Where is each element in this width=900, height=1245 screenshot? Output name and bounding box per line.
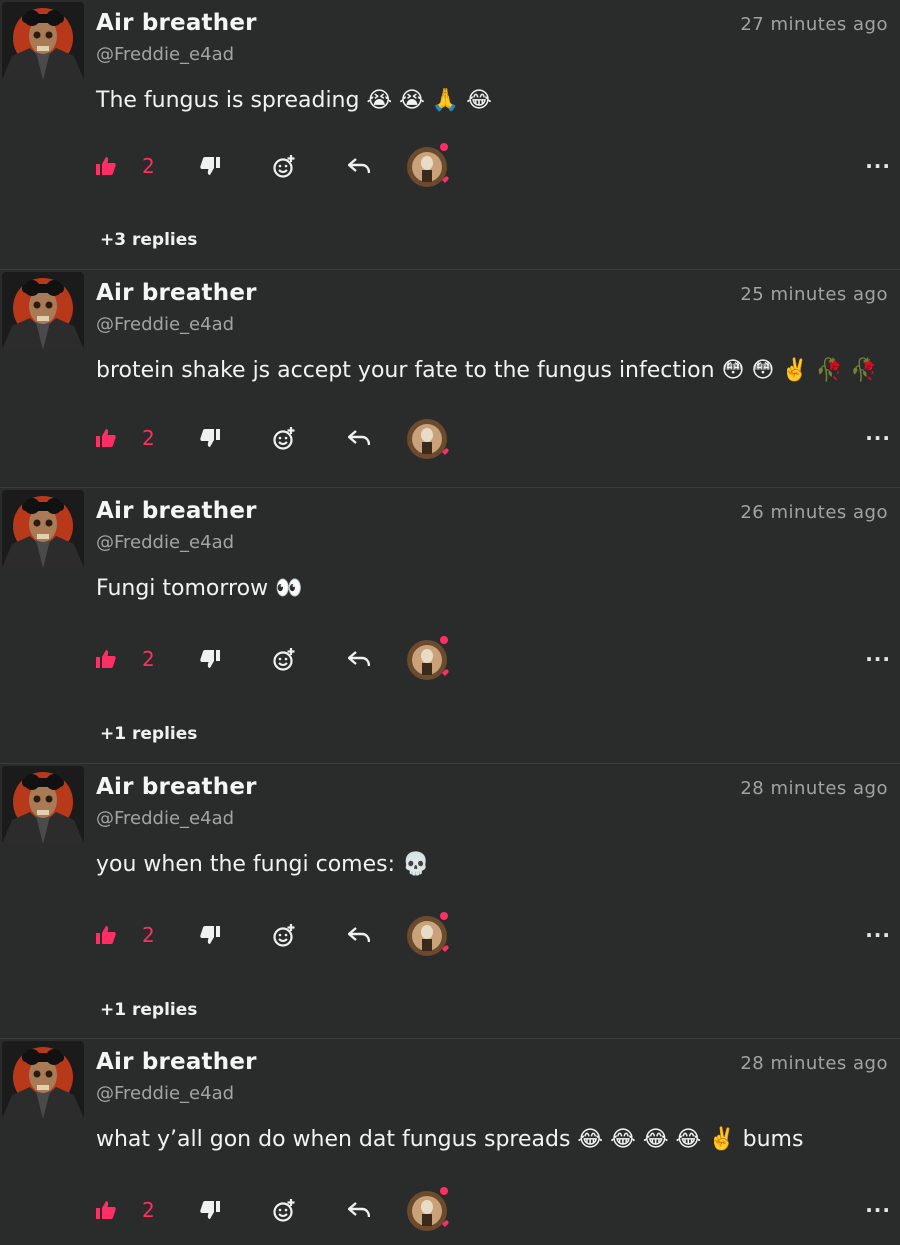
thumbs-down-icon: [200, 926, 220, 944]
view-replies-link[interactable]: +1 replies: [100, 1000, 197, 1020]
like-count: 2: [142, 647, 155, 671]
more-options-button[interactable]: ···: [865, 912, 891, 958]
reply-arrow-icon: [348, 158, 370, 174]
thumbs-down-icon: [200, 157, 220, 175]
reply-button[interactable]: [348, 912, 370, 958]
like-count: 2: [142, 154, 155, 178]
author-handle[interactable]: @Freddie_e4ad: [96, 808, 234, 829]
reply-arrow-icon: [348, 651, 370, 667]
timestamp: 27 minutes ago: [740, 14, 888, 35]
comment: Air breather @Freddie_e4ad 25 minutes ag…: [0, 270, 900, 488]
more-options-icon: ···: [865, 647, 891, 671]
add-reaction-icon: [272, 1198, 296, 1222]
reply-arrow-icon: [348, 430, 370, 446]
timestamp: 28 minutes ago: [740, 1053, 888, 1074]
reply-button[interactable]: [348, 636, 370, 682]
view-replies-link[interactable]: +3 replies: [100, 230, 197, 250]
comment: Air breather @Freddie_e4ad 26 minutes ag…: [0, 488, 900, 764]
dislike-button[interactable]: [200, 636, 220, 682]
like-button[interactable]: [96, 143, 116, 189]
reply-button[interactable]: [348, 1187, 370, 1233]
reaction-avatar[interactable]: [406, 143, 452, 189]
add-reaction-button[interactable]: [272, 1187, 296, 1233]
author-handle[interactable]: @Freddie_e4ad: [96, 44, 234, 65]
more-options-button[interactable]: ···: [865, 1187, 891, 1233]
author-name[interactable]: Air breather: [96, 280, 257, 306]
comment-actions: 2 ···: [96, 1187, 891, 1233]
more-options-button[interactable]: ···: [865, 636, 891, 682]
avatar[interactable]: [2, 766, 84, 844]
dislike-button[interactable]: [200, 143, 220, 189]
view-replies-link[interactable]: +1 replies: [100, 724, 197, 744]
add-reaction-icon: [272, 426, 296, 450]
comment-text: brotein shake js accept your fate to the…: [96, 358, 878, 383]
more-options-icon: ···: [865, 923, 891, 947]
add-reaction-icon: [272, 647, 296, 671]
avatar[interactable]: [2, 490, 84, 568]
comment-text: you when the fungi comes: 💀: [96, 852, 430, 877]
thumbs-up-icon: [96, 157, 116, 175]
author-handle[interactable]: @Freddie_e4ad: [96, 1083, 234, 1104]
thumbs-down-icon: [200, 429, 220, 447]
dislike-button[interactable]: [200, 912, 220, 958]
reply-arrow-icon: [348, 1202, 370, 1218]
dislike-button[interactable]: [200, 1187, 220, 1233]
reaction-avatar[interactable]: [406, 912, 452, 958]
more-options-icon: ···: [865, 154, 891, 178]
reply-button[interactable]: [348, 415, 370, 461]
add-reaction-icon: [272, 154, 296, 178]
comment: Air breather @Freddie_e4ad 27 minutes ag…: [0, 0, 900, 270]
like-button[interactable]: [96, 1187, 116, 1233]
comment-actions: 2 ···: [96, 636, 891, 682]
dislike-button[interactable]: [200, 415, 220, 461]
thumbs-up-icon: [96, 650, 116, 668]
add-reaction-button[interactable]: [272, 636, 296, 682]
author-name[interactable]: Air breather: [96, 774, 257, 800]
like-button[interactable]: [96, 415, 116, 461]
add-reaction-button[interactable]: [272, 143, 296, 189]
thumbs-down-icon: [200, 650, 220, 668]
more-options-button[interactable]: ···: [865, 143, 891, 189]
author-name[interactable]: Air breather: [96, 498, 257, 524]
comment-text: Fungi tomorrow 👀: [96, 576, 303, 601]
comment: Air breather @Freddie_e4ad 28 minutes ag…: [0, 1039, 900, 1245]
reply-button[interactable]: [348, 143, 370, 189]
avatar[interactable]: [2, 2, 84, 80]
more-options-button[interactable]: ···: [865, 415, 891, 461]
comment: Air breather @Freddie_e4ad 28 minutes ag…: [0, 764, 900, 1039]
add-reaction-button[interactable]: [272, 912, 296, 958]
author-name[interactable]: Air breather: [96, 1049, 257, 1075]
thumbs-up-icon: [96, 1201, 116, 1219]
timestamp: 28 minutes ago: [740, 778, 888, 799]
comment-actions: 2 ···: [96, 415, 891, 461]
add-reaction-icon: [272, 923, 296, 947]
thumbs-up-icon: [96, 429, 116, 447]
comment-text: what y’all gon do when dat fungus spread…: [96, 1127, 804, 1152]
thumbs-up-icon: [96, 926, 116, 944]
reaction-avatar[interactable]: [406, 1187, 452, 1233]
more-options-icon: ···: [865, 426, 891, 450]
like-count: 2: [142, 1198, 155, 1222]
comment-text: The fungus is spreading 😭 😭 🙏 😂: [96, 88, 492, 113]
comment-actions: 2 ···: [96, 143, 891, 189]
comment-feed: Air breather @Freddie_e4ad 27 minutes ag…: [0, 0, 900, 1245]
like-count: 2: [142, 923, 155, 947]
author-handle[interactable]: @Freddie_e4ad: [96, 532, 234, 553]
comment-actions: 2 ···: [96, 912, 891, 958]
reply-arrow-icon: [348, 927, 370, 943]
timestamp: 25 minutes ago: [740, 284, 888, 305]
avatar[interactable]: [2, 272, 84, 350]
thumbs-down-icon: [200, 1201, 220, 1219]
like-button[interactable]: [96, 636, 116, 682]
avatar[interactable]: [2, 1041, 84, 1119]
author-name[interactable]: Air breather: [96, 10, 257, 36]
like-count: 2: [142, 426, 155, 450]
author-handle[interactable]: @Freddie_e4ad: [96, 314, 234, 335]
add-reaction-button[interactable]: [272, 415, 296, 461]
more-options-icon: ···: [865, 1198, 891, 1222]
reaction-avatar[interactable]: [406, 415, 452, 461]
like-button[interactable]: [96, 912, 116, 958]
reaction-avatar[interactable]: [406, 636, 452, 682]
timestamp: 26 minutes ago: [740, 502, 888, 523]
